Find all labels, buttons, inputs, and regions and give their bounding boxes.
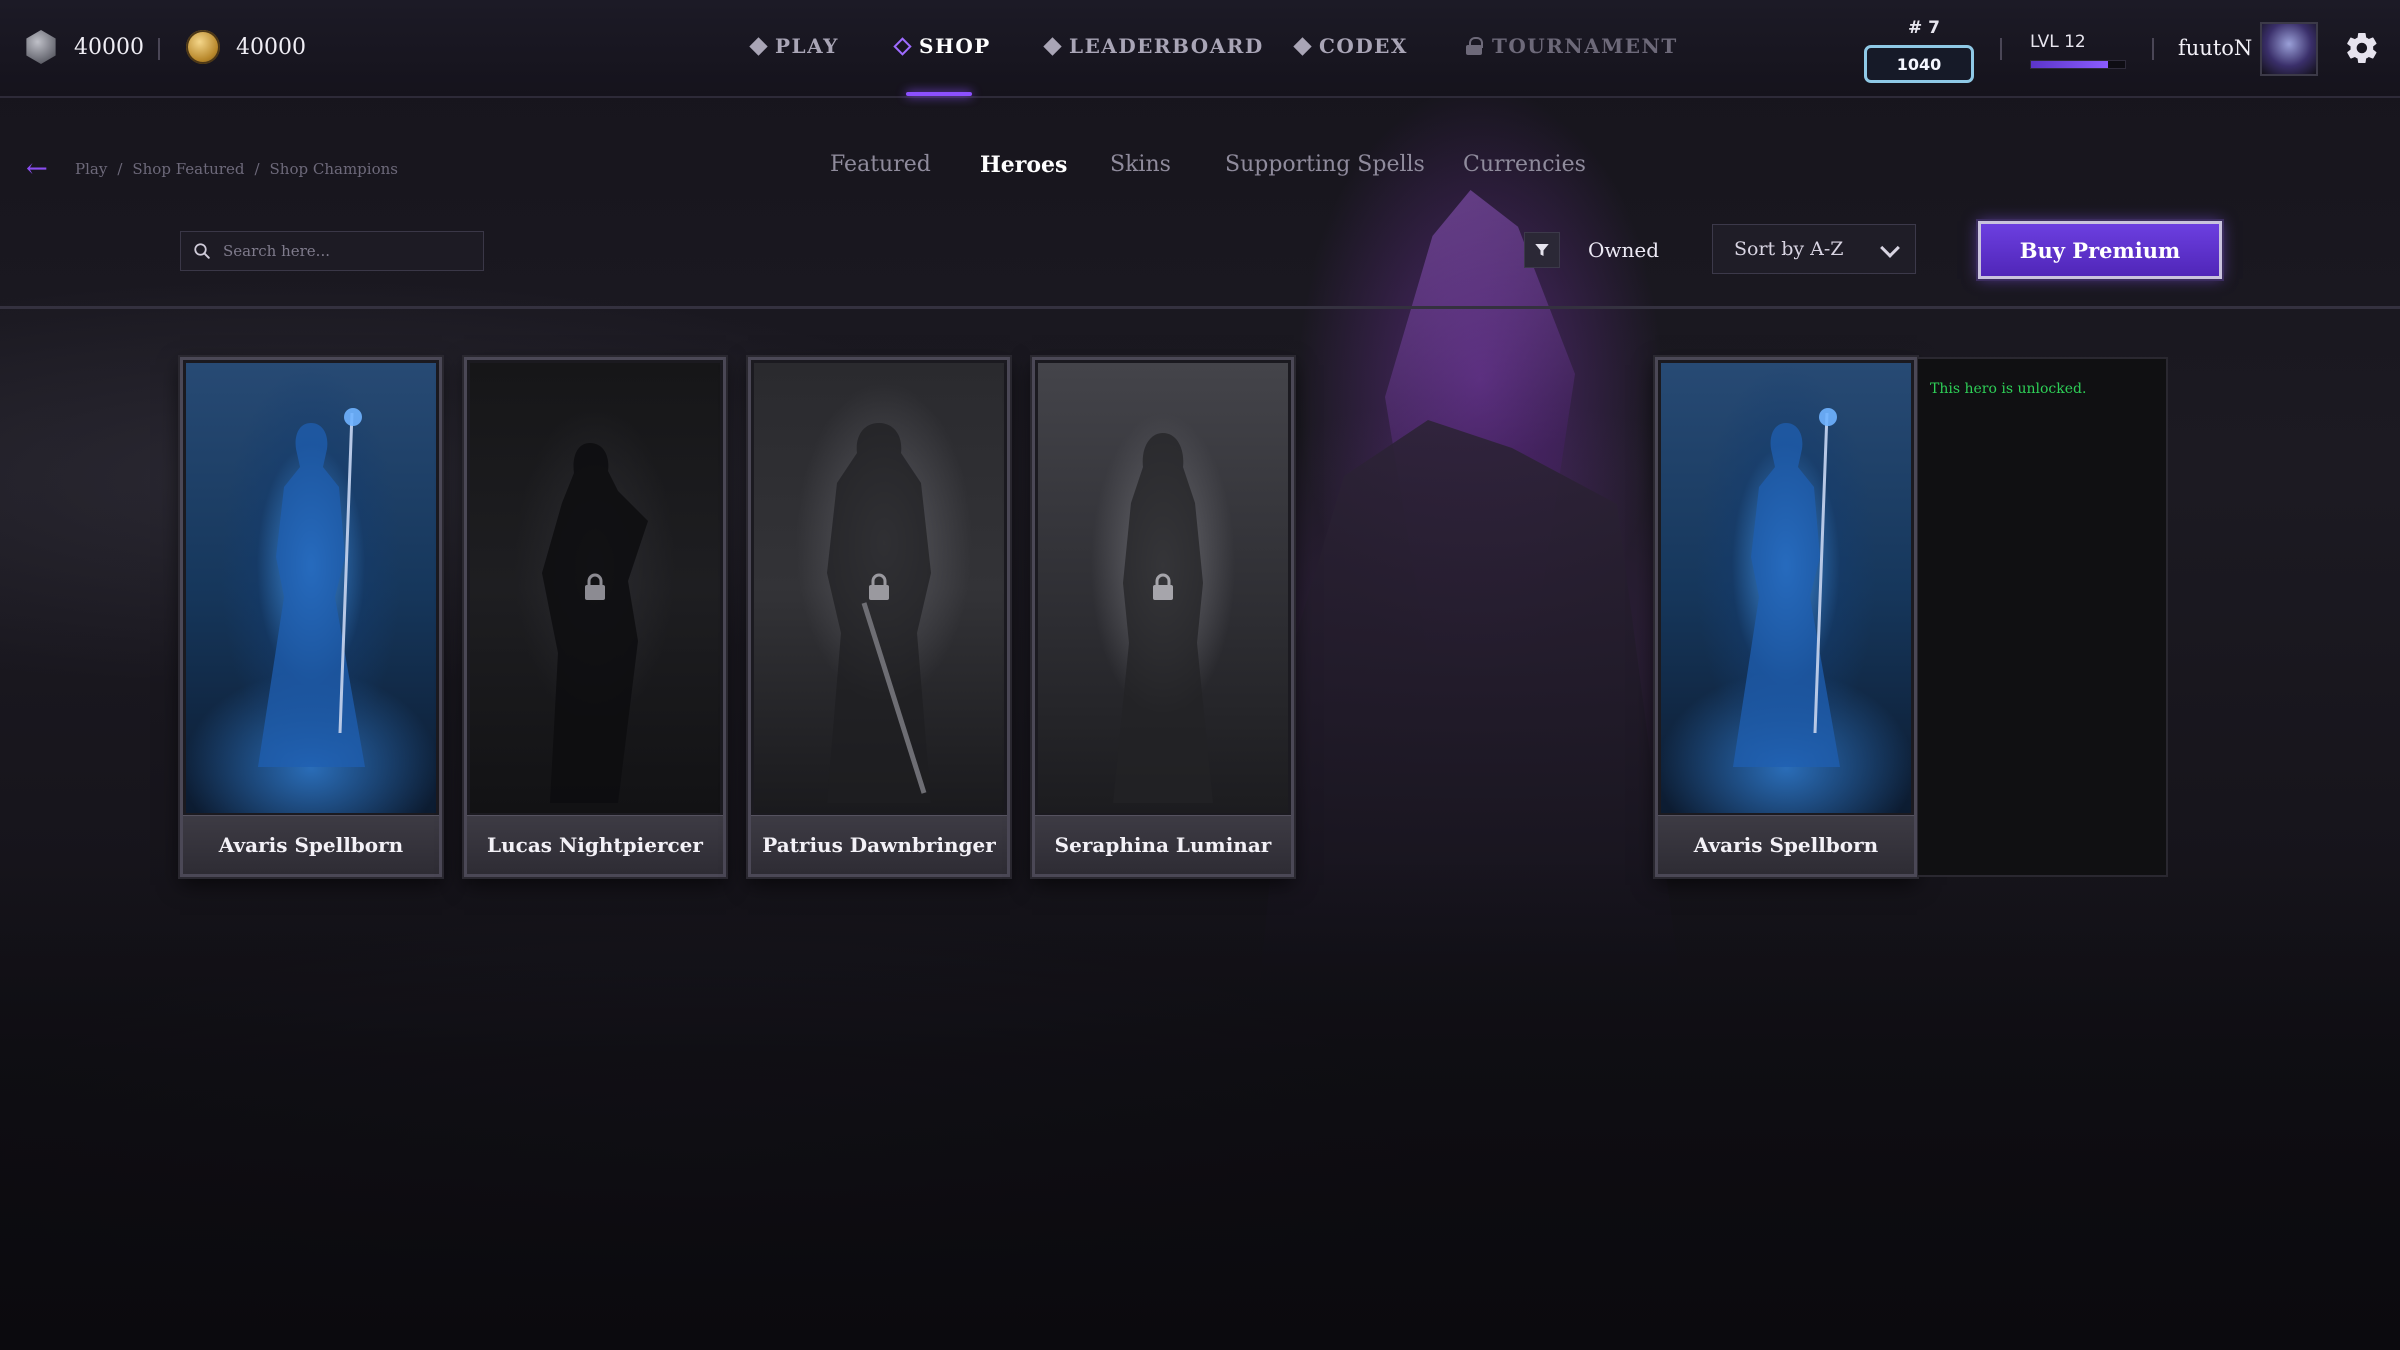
hero-card-avaris-spellborn[interactable]: Avaris Spellborn xyxy=(180,357,442,877)
nav-play[interactable]: PLAY xyxy=(749,34,839,58)
breadcrumb: Play / Shop Featured / Shop Champions xyxy=(75,160,398,178)
sort-dropdown-value: Sort by A-Z xyxy=(1734,238,1844,260)
hero-detail-panel: This hero is unlocked. xyxy=(1918,357,2168,877)
hero-portrait xyxy=(186,363,436,813)
hero-card-lucas-nightpiercer[interactable]: Lucas Nightpiercer xyxy=(464,357,726,877)
search-input[interactable] xyxy=(223,242,463,260)
hero-portrait xyxy=(1038,363,1288,813)
hero-name: Avaris Spellborn xyxy=(183,815,439,874)
breadcrumb-item-shop-champions: Shop Champions xyxy=(269,160,398,178)
breadcrumb-item-play[interactable]: Play xyxy=(75,160,107,178)
gear-icon[interactable] xyxy=(2344,30,2380,66)
gold-currency: 40000 xyxy=(186,30,306,64)
xp-bar-fill xyxy=(2031,61,2109,68)
hero-card-seraphina-luminar[interactable]: Seraphina Luminar xyxy=(1032,357,1294,877)
nav-codex-label: CODEX xyxy=(1319,34,1408,58)
rank-points-badge: 1040 xyxy=(1864,45,1974,83)
lock-icon xyxy=(1153,573,1173,600)
silver-coin-icon xyxy=(26,30,56,64)
tab-currencies[interactable]: Currencies xyxy=(1463,152,1586,177)
hero-portrait xyxy=(754,363,1004,813)
diamond-icon xyxy=(1293,36,1312,56)
filter-button[interactable] xyxy=(1524,232,1560,268)
hero-name: Lucas Nightpiercer xyxy=(467,815,723,874)
xp-bar xyxy=(2030,60,2126,69)
nav-shop-label: SHOP xyxy=(919,34,991,58)
player-level: LVL 12 xyxy=(2030,32,2086,52)
hero-status-message: This hero is unlocked. xyxy=(1930,381,2087,397)
back-arrow-icon[interactable]: ← xyxy=(26,154,48,184)
gold-amount: 40000 xyxy=(236,34,306,60)
nav-play-label: PLAY xyxy=(775,34,839,58)
sort-dropdown[interactable]: Sort by A-Z xyxy=(1712,224,1916,274)
rank-position: # 7 xyxy=(1908,18,1940,38)
hero-figure xyxy=(258,408,365,767)
hero-portrait xyxy=(1661,363,1911,813)
owned-filter-label[interactable]: Owned xyxy=(1588,238,1659,262)
breadcrumb-separator: / xyxy=(254,160,260,178)
tab-heroes[interactable]: Heroes xyxy=(980,152,1067,178)
top-bar: 40000 40000 PLAY SHOP LEADERBOARD CODEX … xyxy=(0,0,2400,98)
tab-skins[interactable]: Skins xyxy=(1110,152,1171,177)
breadcrumb-item-shop-featured[interactable]: Shop Featured xyxy=(132,160,244,178)
search-icon xyxy=(194,243,210,259)
chevron-down-icon xyxy=(1880,238,1900,258)
search-box[interactable] xyxy=(180,231,484,271)
silver-currency: 40000 xyxy=(24,30,144,64)
nav-leaderboard[interactable]: LEADERBOARD xyxy=(1043,34,1264,58)
hero-portrait xyxy=(470,363,720,813)
nav-codex[interactable]: CODEX xyxy=(1293,34,1408,58)
tab-featured[interactable]: Featured xyxy=(830,152,931,177)
nav-tournament-label: TOURNAMENT xyxy=(1492,34,1678,58)
diamond-icon xyxy=(893,36,912,56)
nav-leaderboard-label: LEADERBOARD xyxy=(1069,34,1264,58)
divider xyxy=(0,306,2400,309)
divider xyxy=(2152,38,2154,60)
hero-figure xyxy=(542,443,648,803)
divider xyxy=(158,38,160,60)
lock-icon xyxy=(869,573,889,600)
lock-icon xyxy=(585,573,605,600)
avatar[interactable] xyxy=(2260,22,2318,76)
filter-icon xyxy=(1535,244,1549,256)
hero-name: Avaris Spellborn xyxy=(1658,815,1914,874)
lock-icon xyxy=(1466,37,1483,55)
gold-coin-icon xyxy=(186,30,220,64)
diamond-icon xyxy=(749,36,768,56)
diamond-icon xyxy=(1043,36,1062,56)
hero-card-patrius-dawnbringer[interactable]: Patrius Dawnbringer xyxy=(748,357,1010,877)
nav-active-indicator xyxy=(906,92,972,96)
selected-hero-card[interactable]: Avaris Spellborn xyxy=(1655,357,1917,877)
hero-name: Patrius Dawnbringer xyxy=(751,815,1007,874)
nav-shop[interactable]: SHOP xyxy=(893,34,991,58)
tab-supporting-spells[interactable]: Supporting Spells xyxy=(1225,152,1425,177)
nav-tournament[interactable]: TOURNAMENT xyxy=(1466,34,1678,58)
hero-figure xyxy=(1113,433,1213,803)
breadcrumb-separator: / xyxy=(117,160,123,178)
username[interactable]: fuutoN xyxy=(2178,36,2252,60)
buy-premium-button[interactable]: Buy Premium xyxy=(1978,221,2222,279)
hero-figure xyxy=(1733,408,1840,767)
divider xyxy=(2000,38,2002,60)
hero-name: Seraphina Luminar xyxy=(1035,815,1291,874)
silver-amount: 40000 xyxy=(74,34,144,60)
hero-figure xyxy=(827,423,931,803)
background-landscape xyxy=(0,860,2400,1350)
